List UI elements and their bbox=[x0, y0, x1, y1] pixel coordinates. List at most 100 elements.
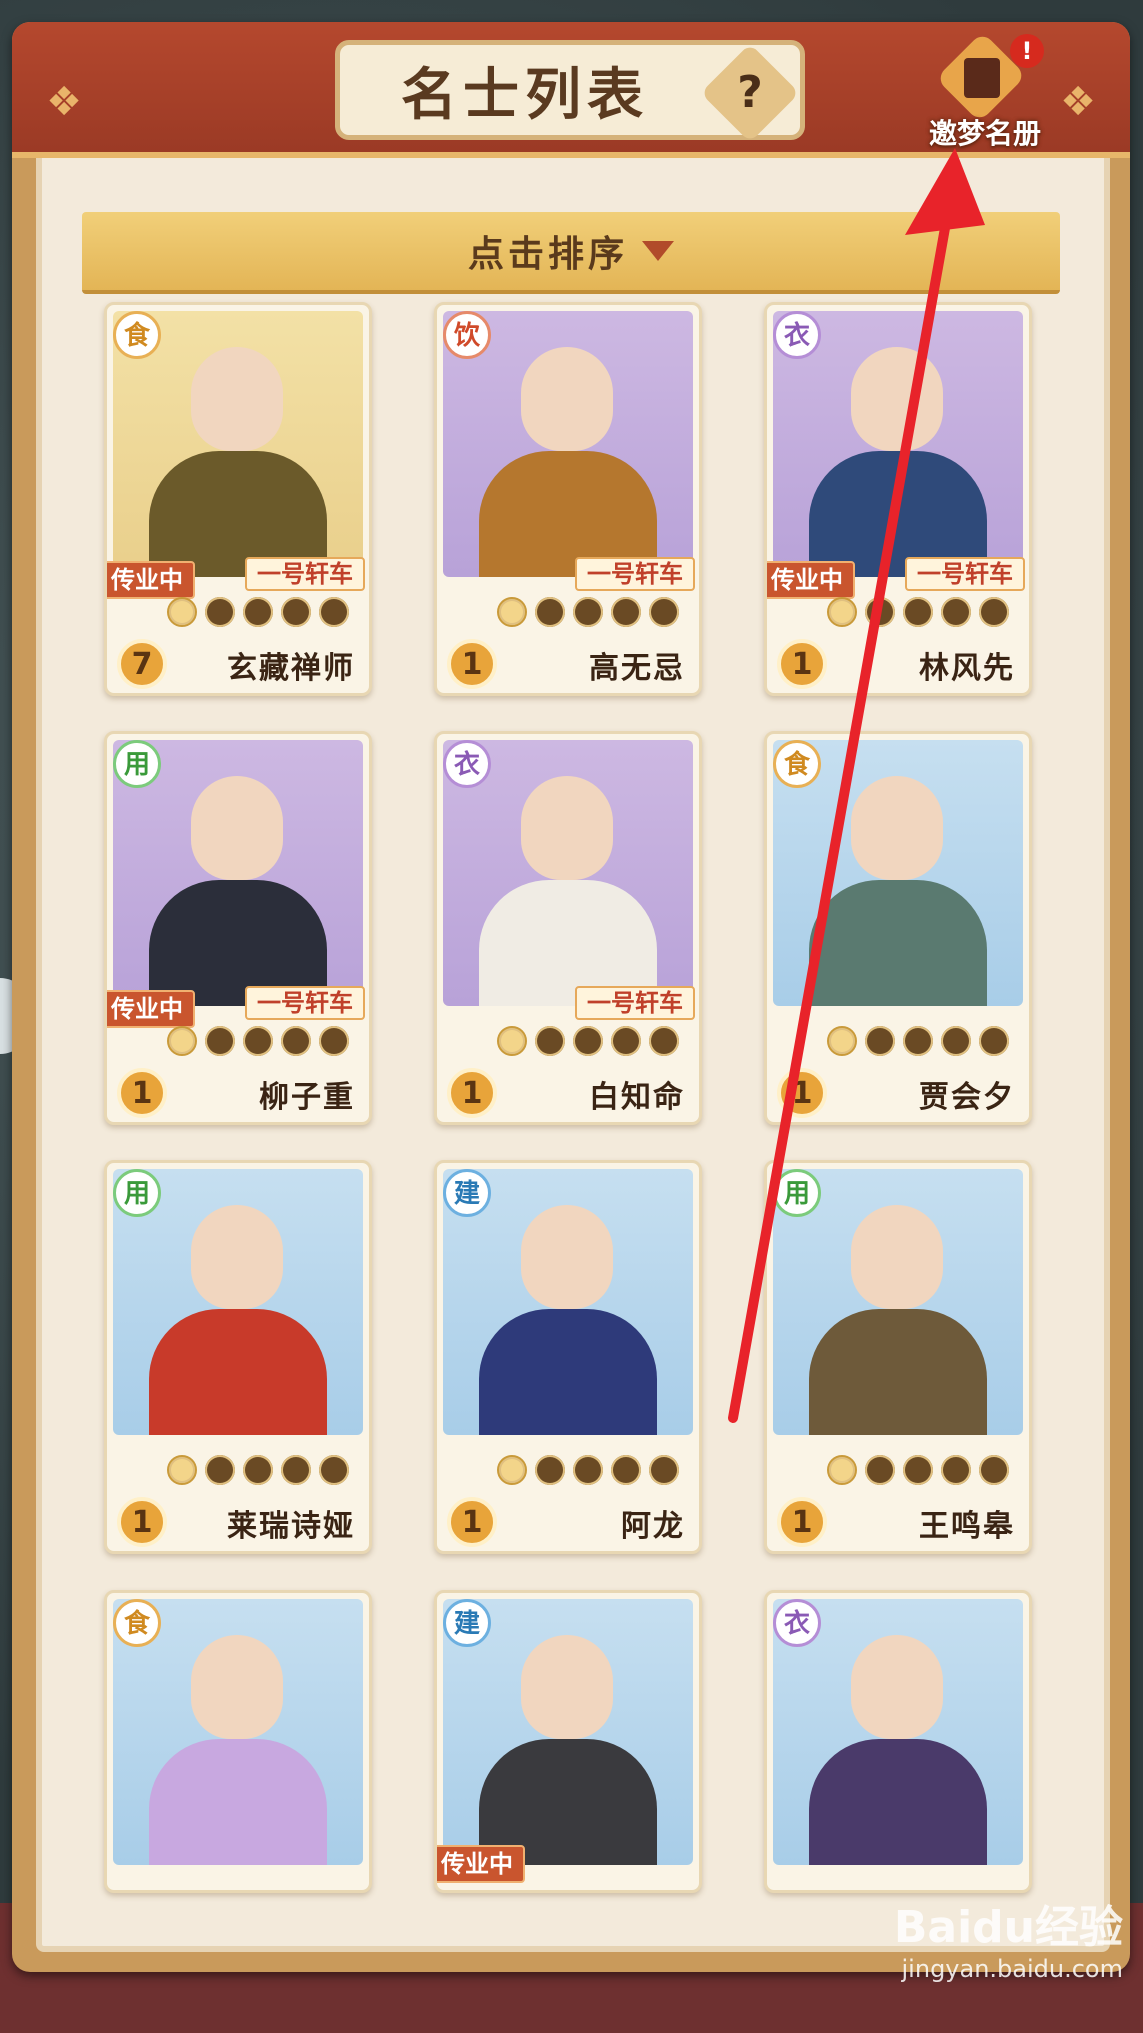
star-rating bbox=[827, 597, 1009, 627]
level-badge: 1 bbox=[447, 1497, 497, 1547]
portrait-head bbox=[851, 1205, 943, 1309]
type-badge: 用 bbox=[113, 740, 161, 788]
star-rating bbox=[497, 1026, 679, 1056]
rating-dot bbox=[827, 1455, 857, 1485]
rating-dot bbox=[979, 1026, 1009, 1056]
level-badge: 1 bbox=[447, 1068, 497, 1118]
character-card[interactable]: 衣一号轩车 1 白知命 bbox=[434, 731, 702, 1125]
level-badge: 1 bbox=[777, 1497, 827, 1547]
rating-dot bbox=[941, 1026, 971, 1056]
character-name: 玄藏禅师 bbox=[227, 651, 355, 686]
type-badge: 食 bbox=[113, 1599, 161, 1647]
star-rating bbox=[167, 1455, 349, 1485]
rating-dot bbox=[535, 597, 565, 627]
training-tag: 传业中 bbox=[107, 561, 195, 599]
level-badge: 7 bbox=[117, 639, 167, 689]
rating-dot bbox=[535, 1026, 565, 1056]
character-card[interactable]: 建传业中 bbox=[434, 1590, 702, 1893]
portrait-head bbox=[521, 776, 613, 880]
character-card[interactable]: 用一号轩车 传业中 1 柳子重 bbox=[104, 731, 372, 1125]
rating-dot bbox=[281, 1455, 311, 1485]
carriage-tag: 一号轩车 bbox=[245, 986, 365, 1020]
portrait-head bbox=[191, 1635, 283, 1739]
rating-dot bbox=[167, 1455, 197, 1485]
level-badge: 1 bbox=[777, 639, 827, 689]
sort-button[interactable]: 点击排序 bbox=[82, 212, 1060, 294]
type-badge: 饮 bbox=[443, 311, 491, 359]
star-rating bbox=[167, 1026, 349, 1056]
portrait-head bbox=[851, 776, 943, 880]
portrait-head bbox=[521, 1205, 613, 1309]
rating-dot bbox=[281, 1026, 311, 1056]
portrait-head bbox=[521, 347, 613, 451]
type-badge: 衣 bbox=[773, 1599, 821, 1647]
rating-dot bbox=[611, 1455, 641, 1485]
rating-dot bbox=[649, 1026, 679, 1056]
character-card[interactable]: 饮一号轩车 1 高无忌 bbox=[434, 302, 702, 696]
dream-roster-label: 邀梦名册 bbox=[928, 117, 1041, 150]
character-name: 阿龙 bbox=[621, 1509, 685, 1544]
rating-dot bbox=[611, 1026, 641, 1056]
rating-dot bbox=[865, 1026, 895, 1056]
character-card[interactable]: 食一号轩车 传业中 7 玄藏禅师 bbox=[104, 302, 372, 696]
star-rating bbox=[497, 1455, 679, 1485]
rating-dot bbox=[243, 1026, 273, 1056]
portrait-head bbox=[851, 347, 943, 451]
rating-dot bbox=[827, 597, 857, 627]
character-name: 林风先 bbox=[919, 651, 1015, 686]
portrait-body bbox=[809, 1739, 987, 1865]
character-card[interactable]: 建 1 阿龙 bbox=[434, 1160, 702, 1554]
type-badge: 建 bbox=[443, 1169, 491, 1217]
alert-badge: ! bbox=[1010, 34, 1044, 68]
cloud-ornament-icon: ❖ bbox=[1060, 79, 1096, 125]
watermark-logo: Baidu经验 bbox=[893, 1902, 1123, 1953]
character-card[interactable]: 衣 bbox=[764, 1590, 1032, 1893]
watermark-url: jingyan.baidu.com bbox=[901, 1955, 1123, 1983]
character-card[interactable]: 食 bbox=[104, 1590, 372, 1893]
portrait-body bbox=[149, 1309, 327, 1435]
book-cover-icon bbox=[964, 58, 1000, 98]
rating-dot bbox=[319, 1026, 349, 1056]
rating-dot bbox=[167, 597, 197, 627]
rating-dot bbox=[205, 1455, 235, 1485]
training-tag: 传业中 bbox=[767, 561, 855, 599]
level-badge: 1 bbox=[117, 1497, 167, 1547]
rating-dot bbox=[319, 1455, 349, 1485]
star-rating bbox=[827, 1455, 1009, 1485]
type-badge: 衣 bbox=[443, 740, 491, 788]
portrait-head bbox=[191, 776, 283, 880]
level-badge: 1 bbox=[447, 639, 497, 689]
level-badge: 1 bbox=[117, 1068, 167, 1118]
dream-roster-button[interactable]: ! 邀梦名册 bbox=[928, 30, 1044, 150]
character-name: 王鸣皋 bbox=[919, 1509, 1015, 1544]
rating-dot bbox=[827, 1026, 857, 1056]
rating-dot bbox=[243, 1455, 273, 1485]
character-card[interactable]: 用 1 王鸣皋 bbox=[764, 1160, 1032, 1554]
rating-dot bbox=[865, 597, 895, 627]
star-rating bbox=[827, 1026, 1009, 1056]
carriage-tag: 一号轩车 bbox=[575, 557, 695, 591]
level-badge: 1 bbox=[777, 1068, 827, 1118]
rating-dot bbox=[979, 597, 1009, 627]
character-card[interactable]: 衣一号轩车 传业中 1 林风先 bbox=[764, 302, 1032, 696]
rating-dot bbox=[205, 1026, 235, 1056]
rating-dot bbox=[573, 1026, 603, 1056]
type-badge: 用 bbox=[773, 1169, 821, 1217]
sort-label: 点击排序 bbox=[467, 234, 628, 275]
rating-dot bbox=[535, 1455, 565, 1485]
type-badge: 衣 bbox=[773, 311, 821, 359]
carriage-tag: 一号轩车 bbox=[575, 986, 695, 1020]
page-title: 名士列表 bbox=[401, 61, 649, 128]
training-tag: 传业中 bbox=[107, 990, 195, 1028]
carriage-tag: 一号轩车 bbox=[905, 557, 1025, 591]
training-tag: 传业中 bbox=[437, 1845, 525, 1883]
watermark: Baidu经验 jingyan.baidu.com bbox=[894, 1891, 1123, 1983]
character-card[interactable]: 食 1 贾会夕 bbox=[764, 731, 1032, 1125]
character-card[interactable]: 用 1 莱瑞诗娅 bbox=[104, 1160, 372, 1554]
type-badge: 用 bbox=[113, 1169, 161, 1217]
carriage-tag: 一号轩车 bbox=[245, 557, 365, 591]
question-icon[interactable]: ? bbox=[715, 58, 785, 128]
character-name: 莱瑞诗娅 bbox=[227, 1509, 355, 1544]
star-rating bbox=[167, 597, 349, 627]
portrait-body bbox=[809, 880, 987, 1006]
